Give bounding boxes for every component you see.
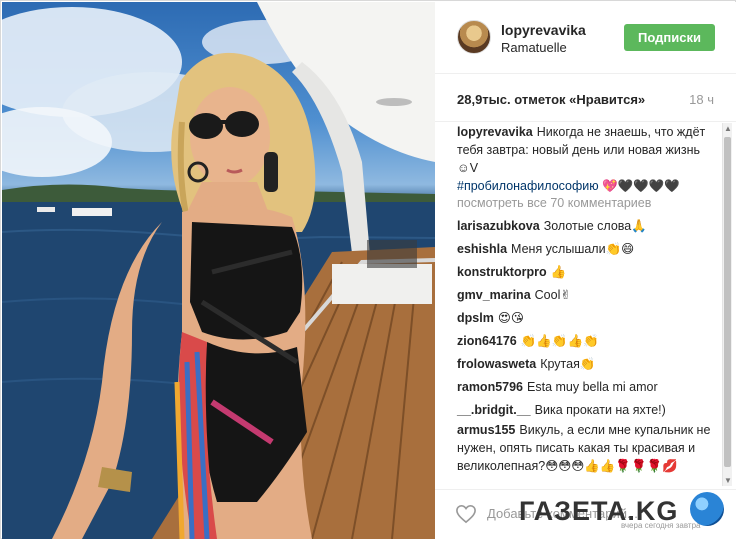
comment-text: Вика прокати на яхте!) [534,403,666,417]
watermark-globe-icon [690,492,724,526]
likes-count[interactable]: 28,9тыс. отметок «Нравится» [457,92,645,107]
comment-username[interactable]: __.bridgit.__ [457,403,531,417]
comment-item: konstruktorpro 👍 [457,263,712,281]
comment-text: Esta muy bella mi amor [527,380,658,394]
comment-item: __.bridgit.__ Вика прокати на яхте!) [457,401,712,419]
comment-item: gmv_marina Cool✌ [457,286,712,304]
comment-username[interactable]: armus155 [457,423,515,437]
post-sidebar: lopyrevavika Ramatuelle Подписки 28,9тыс… [435,2,736,539]
comment-username[interactable]: konstruktorpro [457,265,547,279]
comment-text: Меня услышали👏😄 [511,242,635,256]
comment-username[interactable]: ramon5796 [457,380,523,394]
comments-scrollbar[interactable]: ▲ ▼ [722,123,732,486]
comment-username[interactable]: gmv_marina [457,288,531,302]
post-footer: Добавьте комментарий... ГАЗЕТА.KG вчера … [435,489,736,539]
comment-username[interactable]: larisazubkova [457,219,540,233]
scroll-up-arrow-icon[interactable]: ▲ [724,124,732,133]
comment-item: eshishla Меня услышали👏😄 [457,240,712,258]
comment-text: Золотые слова🙏 [543,219,647,233]
comment-username[interactable]: frolowasweta [457,357,536,371]
comment-text: 👏👍👏👍👏 [520,334,599,348]
caption-emoji: 💖🖤🖤🖤🖤 [602,179,680,193]
like-heart-icon[interactable] [455,504,477,524]
comment-text: Крутая👏 [540,357,596,371]
view-all-comments-link[interactable]: посмотреть все 70 комментариев [457,196,651,210]
comment-item: larisazubkova Золотые слова🙏 [457,217,712,235]
comment-username[interactable]: dpslm [457,311,494,325]
comment-item: ramon5796 Esta muy bella mi amor [457,378,712,396]
post-time[interactable]: 18 ч [689,92,714,107]
caption-username[interactable]: lopyrevavika [457,125,533,139]
username-link[interactable]: lopyrevavika [501,22,586,38]
post-photo[interactable] [2,2,435,539]
comment-item: frolowasweta Крутая👏 [457,355,712,373]
comment-text: Cool✌ [534,288,571,302]
instagram-post-frame: lopyrevavika Ramatuelle Подписки 28,9тыс… [0,0,736,539]
comment-item: armus155 Викуль, а если мне купальник не … [457,421,712,475]
comment-username[interactable]: eshishla [457,242,507,256]
post-header: lopyrevavika Ramatuelle Подписки [435,2,736,74]
follow-button[interactable]: Подписки [624,24,715,51]
caption: lopyrevavika Никогда не знаешь, что ждёт … [457,123,712,195]
caption-hashtag[interactable]: #пробилонафилософию [457,179,599,193]
comment-username[interactable]: zion64176 [457,334,517,348]
likes-row: 28,9тыс. отметок «Нравится» 18 ч [435,74,736,122]
avatar[interactable] [457,20,491,54]
photo-illustration [2,2,435,539]
comment-item: dpslm 😍😘 [457,309,712,327]
comment-item: zion64176 👏👍👏👍👏 [457,332,712,350]
scroll-thumb[interactable] [724,137,731,467]
scroll-down-arrow-icon[interactable]: ▼ [724,476,732,485]
comment-text: 😍😘 [497,311,524,325]
watermark-tagline: вчера сегодня завтра [621,521,701,530]
comment-text: 👍 [550,265,567,279]
location-link[interactable]: Ramatuelle [501,40,567,55]
comments-list: lopyrevavika Никогда не знаешь, что ждёт … [435,123,736,488]
